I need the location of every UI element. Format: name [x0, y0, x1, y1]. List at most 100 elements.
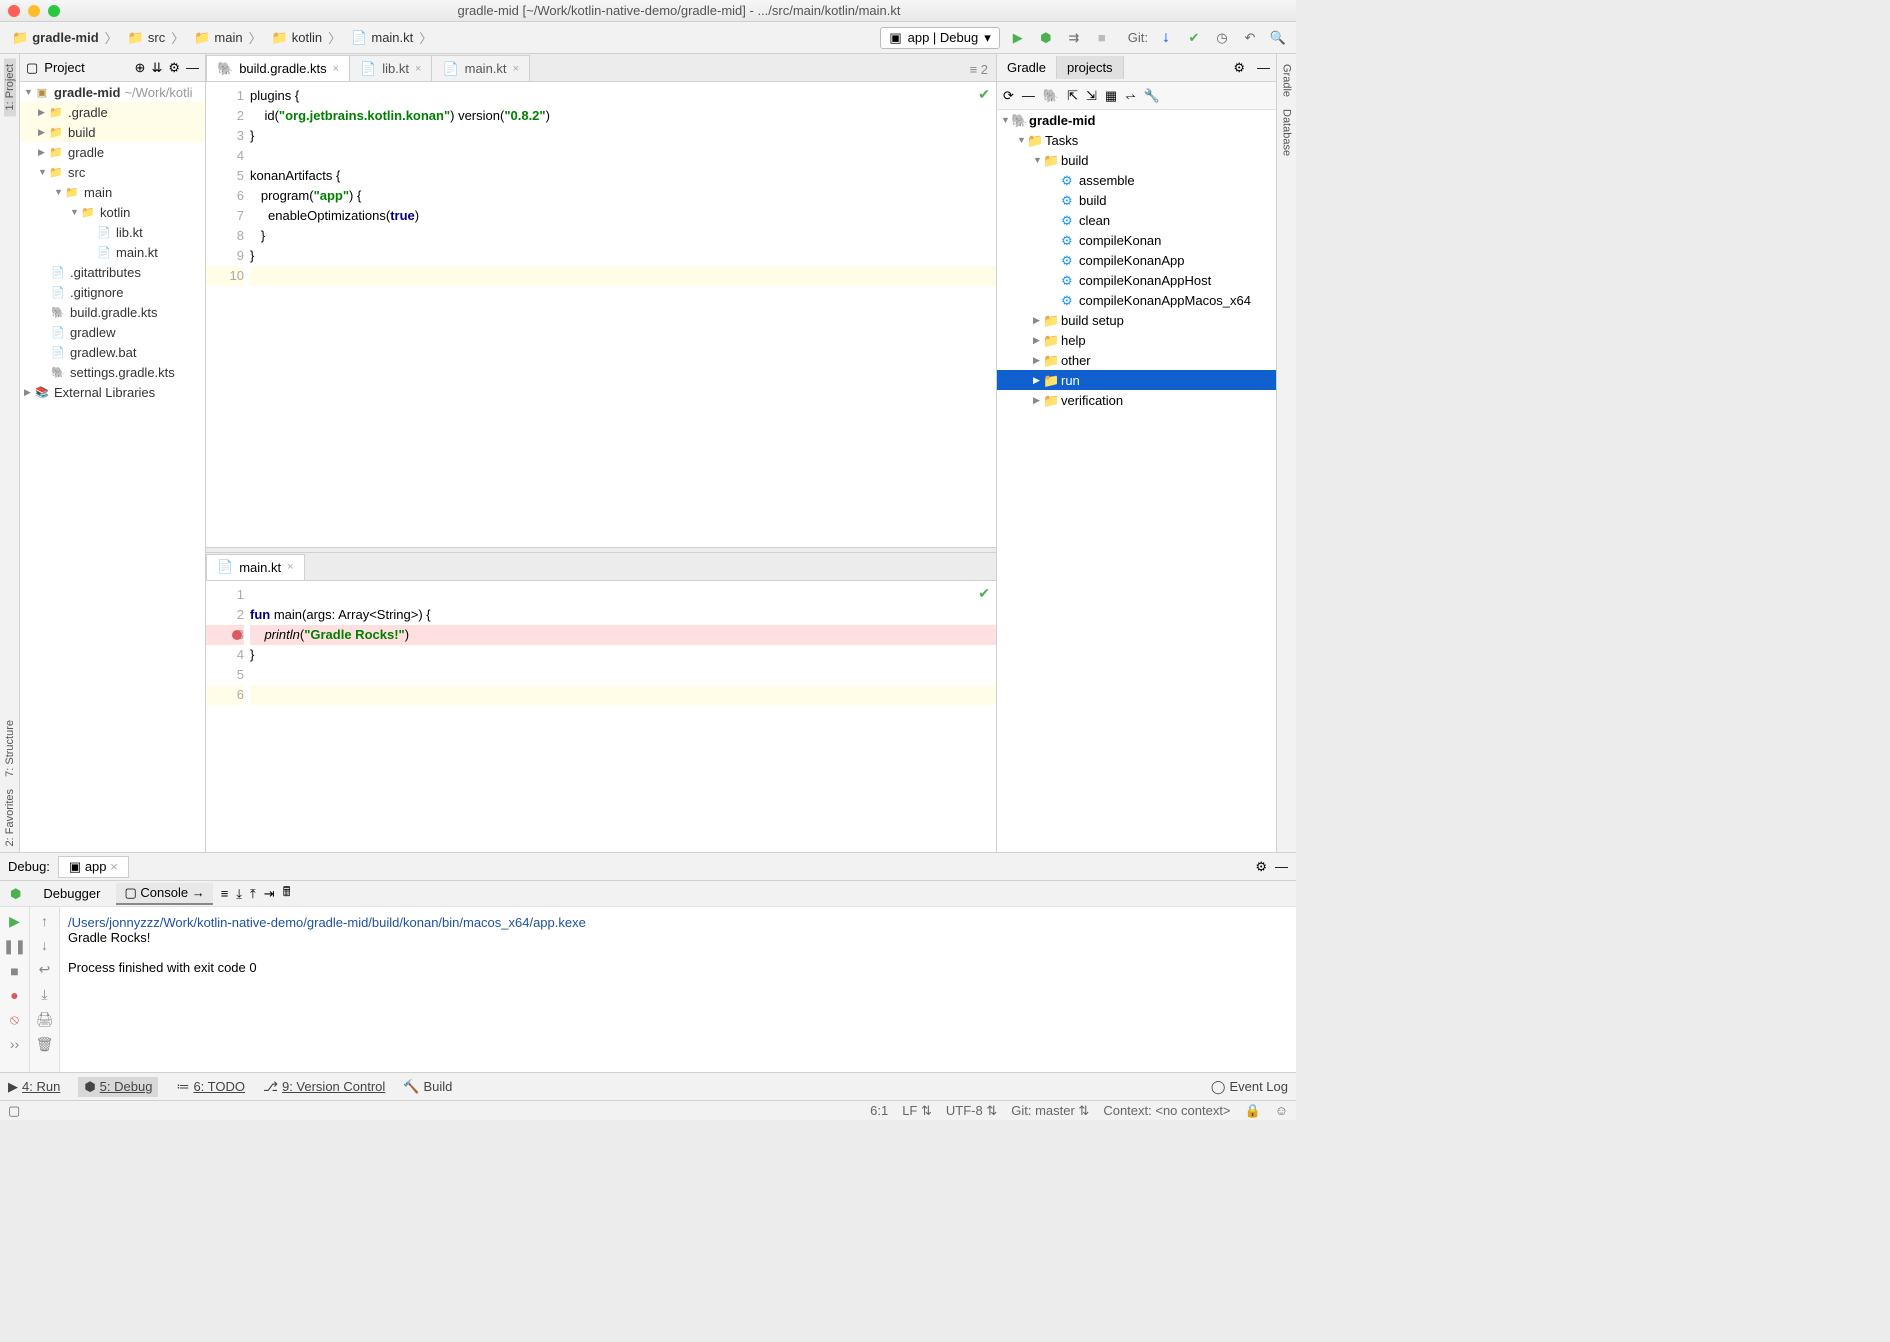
vcs-commit-icon[interactable]: ✔	[1184, 28, 1204, 48]
print-icon[interactable]: 🖨	[36, 1011, 54, 1028]
run-to-cursor-icon[interactable]: ⇥	[264, 886, 275, 902]
close-tab-icon[interactable]: ×	[333, 63, 339, 75]
debugger-tab[interactable]: Debugger	[35, 884, 108, 903]
inspection-ok-icon: ✔	[978, 585, 990, 602]
event-log[interactable]: ◯ Event Log	[1211, 1079, 1288, 1095]
tool-run[interactable]: ▶ 4: Run	[8, 1079, 60, 1095]
down-icon[interactable]: ↓	[41, 937, 48, 953]
pause-icon[interactable]: ❚❚	[3, 938, 26, 955]
editor-tab[interactable]: 🐘 build.gradle.kts ×	[206, 55, 350, 81]
view-breakpoints-icon[interactable]: ●	[10, 987, 18, 1003]
debug-session-tab[interactable]: ▣ app ×	[58, 856, 129, 878]
run-config-selector[interactable]: ▣ app | Debug ▾	[880, 27, 999, 49]
gradle-icon[interactable]: 🐘	[1043, 88, 1059, 104]
collapse-all-icon[interactable]: ⇊	[151, 60, 162, 76]
console-tab[interactable]: ▢ Console →	[116, 883, 212, 905]
offline-icon[interactable]: ⥋	[1125, 88, 1135, 104]
minimize-window-icon[interactable]	[28, 5, 40, 17]
lock-icon[interactable]: 🔒	[1245, 1103, 1261, 1119]
collapse-icon[interactable]: ⇲	[1086, 88, 1097, 104]
git-branch[interactable]: Git: master ⇅	[1011, 1103, 1089, 1119]
stop-button[interactable]: ■	[1092, 28, 1112, 48]
tool-tab-gradle[interactable]: Gradle	[1281, 58, 1293, 103]
tool-tab-structure[interactable]: 7: Structure	[4, 714, 16, 783]
console-output[interactable]: /Users/jonnyzzz/Work/kotlin-native-demo/…	[60, 907, 1296, 1072]
close-window-icon[interactable]	[8, 5, 20, 17]
hide-icon[interactable]: —	[1251, 60, 1276, 75]
tool-vcs[interactable]: ⎇ 9: Version Control	[263, 1079, 385, 1095]
tool-debug[interactable]: ⬢ 5: Debug	[78, 1077, 158, 1097]
close-tab-icon[interactable]: ×	[287, 561, 293, 573]
split-indicator[interactable]: ≡ 2	[962, 58, 996, 81]
vcs-history-icon[interactable]: ◷	[1212, 28, 1232, 48]
step-over-icon[interactable]: ≡	[221, 886, 229, 901]
project-tree[interactable]: ▼▣gradle-mid~/Work/kotli ▶📁.gradle ▶📁bui…	[20, 82, 205, 852]
gradle-tree[interactable]: ▼🐘gradle-mid ▼📁Tasks ▼📁build ⚙assemble ⚙…	[997, 110, 1276, 852]
gradle-settings-icon[interactable]: ⚙	[1227, 60, 1251, 76]
tool-tab-favorites[interactable]: 2: Favorites	[4, 783, 16, 852]
run-with-coverage-button[interactable]: ⇉	[1064, 28, 1084, 48]
breadcrumb[interactable]: 📁 kotlin 〉	[268, 26, 348, 49]
hector-icon[interactable]: ☺	[1275, 1103, 1288, 1119]
tool-build[interactable]: 🔨 Build	[403, 1079, 452, 1095]
tool-tab-database[interactable]: Database	[1281, 103, 1293, 162]
evaluate-icon[interactable]: 🖩	[283, 883, 291, 905]
mute-breakpoints-icon[interactable]: ⦸	[10, 1011, 19, 1028]
toggle-icon[interactable]: ▦	[1105, 88, 1117, 104]
close-tab-icon[interactable]: ×	[415, 63, 421, 75]
breadcrumb[interactable]: 📁 src 〉	[124, 26, 191, 49]
scroll-to-end-icon[interactable]: ⤓	[41, 986, 47, 1003]
tool-todo[interactable]: ≔ 6: TODO	[176, 1079, 245, 1095]
gradle-projects-tab[interactable]: projects	[1057, 56, 1124, 79]
context[interactable]: Context: <no context>	[1103, 1103, 1230, 1119]
gradle-toolbar: ⟳ — 🐘 ⇱ ⇲ ▦ ⥋ 🔧	[997, 82, 1276, 110]
hide-icon[interactable]: —	[1275, 859, 1288, 874]
gradle-tab[interactable]: Gradle	[997, 56, 1057, 79]
refresh-icon[interactable]: ⟳	[1003, 88, 1014, 104]
breadcrumb[interactable]: 📁 main 〉	[190, 26, 267, 49]
close-tab-icon[interactable]: ×	[513, 63, 519, 75]
expand-icon[interactable]: ⇱	[1067, 88, 1078, 104]
breadcrumb[interactable]: 📄 main.kt 〉	[347, 26, 438, 49]
titlebar: gradle-mid [~/Work/kotlin-native-demo/gr…	[0, 0, 1296, 22]
stop-icon[interactable]: ■	[10, 963, 18, 979]
remove-icon[interactable]: —	[1022, 88, 1035, 103]
breakpoint-icon[interactable]	[232, 630, 242, 640]
vcs-revert-icon[interactable]: ↶	[1240, 28, 1260, 48]
project-tool-window: ▢ Project ⊕ ⇊ ⚙ — ▼▣gradle-mid~/Work/kot…	[20, 54, 206, 852]
up-icon[interactable]: ↑	[41, 913, 48, 929]
step-out-icon[interactable]: ⤒	[250, 886, 256, 902]
gradle-task-run[interactable]: ▶📁run	[997, 370, 1276, 390]
line-separator[interactable]: LF ⇅	[902, 1103, 932, 1119]
editor-tabs-2: 📄 main.kt ×	[206, 553, 996, 581]
resume-icon[interactable]: ▶	[9, 913, 20, 930]
editor-tab[interactable]: 📄 main.kt ×	[431, 55, 530, 81]
vcs-update-icon[interactable]: ⭣	[1156, 28, 1176, 48]
scroll-from-source-icon[interactable]: ⊕	[135, 60, 146, 76]
step-into-icon[interactable]: ⤓	[236, 886, 242, 902]
maximize-window-icon[interactable]	[48, 5, 60, 17]
wrench-icon[interactable]: 🔧	[1144, 88, 1160, 104]
soft-wrap-icon[interactable]: ↩	[39, 961, 51, 978]
more-icon[interactable]: ››	[10, 1036, 19, 1052]
caret-position[interactable]: 6:1	[870, 1103, 888, 1119]
editor-tab[interactable]: 📄 main.kt ×	[206, 554, 305, 580]
breadcrumb[interactable]: 📁 gradle-mid 〉	[8, 26, 124, 49]
search-everywhere-icon[interactable]: 🔍	[1268, 28, 1288, 48]
encoding[interactable]: UTF-8 ⇅	[946, 1103, 997, 1119]
tool-windows-icon[interactable]: ▢	[8, 1103, 20, 1119]
navigation-bar: 📁 gradle-mid 〉 📁 src 〉 📁 main 〉 📁 kotlin…	[0, 22, 1296, 54]
project-view-icon: ▢	[26, 60, 38, 76]
editor-tab[interactable]: 📄 lib.kt ×	[349, 55, 432, 81]
clear-icon[interactable]: 🗑	[36, 1036, 54, 1053]
debug-tool-window: Debug: ▣ app × ⚙ — ⬢ Debugger ▢ Console …	[0, 852, 1296, 1072]
editor-main-kt[interactable]: 123456 ✔ fun main(args: Array<String>) {…	[206, 581, 996, 852]
debug-settings-icon[interactable]: ⚙	[1255, 859, 1267, 875]
settings-icon[interactable]: ⚙	[168, 60, 180, 76]
tool-tab-project[interactable]: 1: Project	[4, 58, 16, 116]
hide-icon[interactable]: —	[186, 60, 199, 75]
run-button[interactable]: ▶	[1008, 28, 1028, 48]
debug-button[interactable]: ⬢	[1036, 28, 1056, 48]
gradle-tool-window: Gradle projects ⚙ — ⟳ — 🐘 ⇱ ⇲ ▦ ⥋ 🔧 ▼🐘gr…	[996, 54, 1276, 852]
editor-build-gradle[interactable]: 12345678910 ✔ plugins { id("org.jetbrain…	[206, 82, 996, 547]
